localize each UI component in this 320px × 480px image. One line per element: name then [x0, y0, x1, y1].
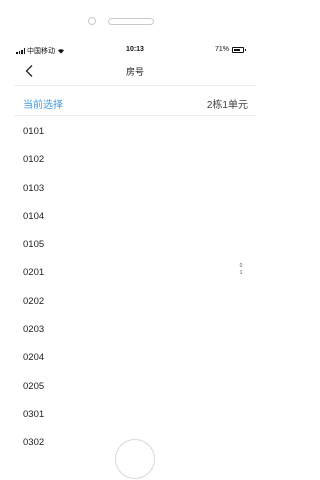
current-selection-row: 当前选择 2栋1单元 [14, 86, 256, 116]
page-title: 房号 [125, 67, 144, 77]
status-right: 71% [214, 46, 246, 53]
room-item-0205[interactable]: 0205 [0, 373, 270, 401]
home-button[interactable] [115, 439, 155, 479]
room-item-0101[interactable]: 0101 [0, 118, 270, 146]
room-item-0201[interactable]: 0201 [0, 259, 270, 287]
room-item-0301[interactable]: 0301 [0, 401, 270, 429]
index-letter-0[interactable]: 0 [240, 263, 243, 270]
room-item-0104[interactable]: 0104 [0, 203, 270, 231]
earpiece-speaker [108, 18, 154, 25]
room-item-0102[interactable]: 0102 [0, 146, 270, 174]
front-camera [88, 17, 96, 25]
phone-screen: 中国移动 10:13 71% 房号 当前选择 2栋1单元 0101 0102 0… [0, 0, 270, 480]
device-top [0, 14, 270, 28]
room-item-0202[interactable]: 0202 [0, 288, 270, 316]
current-selection-label: 当前选择 [23, 100, 63, 111]
battery-tip [244, 48, 246, 51]
room-item-0203[interactable]: 0203 [0, 316, 270, 344]
room-item-0204[interactable]: 0204 [0, 344, 270, 372]
battery-icon [232, 46, 246, 53]
index-letter-1[interactable]: 1 [240, 270, 243, 277]
status-bar: 中国移动 10:13 71% [0, 44, 270, 58]
battery-level-fill [234, 48, 240, 51]
navigation-bar: 房号 [0, 60, 270, 84]
room-item-0103[interactable]: 0103 [0, 175, 270, 203]
battery-percent: 71% [214, 46, 229, 53]
room-list: 0101 0102 0103 0104 0105 0201 0202 0203 … [0, 118, 270, 458]
room-item-0105[interactable]: 0105 [0, 231, 270, 259]
index-bar[interactable]: 0 1 [238, 263, 244, 277]
current-selection-value: 2栋1单元 [206, 100, 248, 111]
